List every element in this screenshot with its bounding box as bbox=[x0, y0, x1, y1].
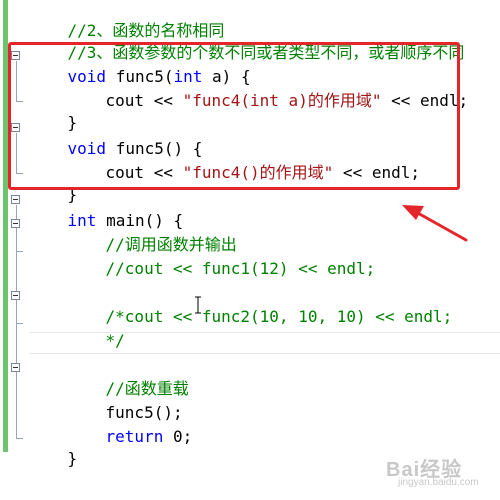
baidu-jingyan-watermark: Bai经验 jingyan.baidu.com bbox=[372, 453, 496, 493]
watermark-url: jingyan.baidu.com bbox=[398, 477, 479, 488]
red-arrow-icon bbox=[402, 205, 468, 242]
